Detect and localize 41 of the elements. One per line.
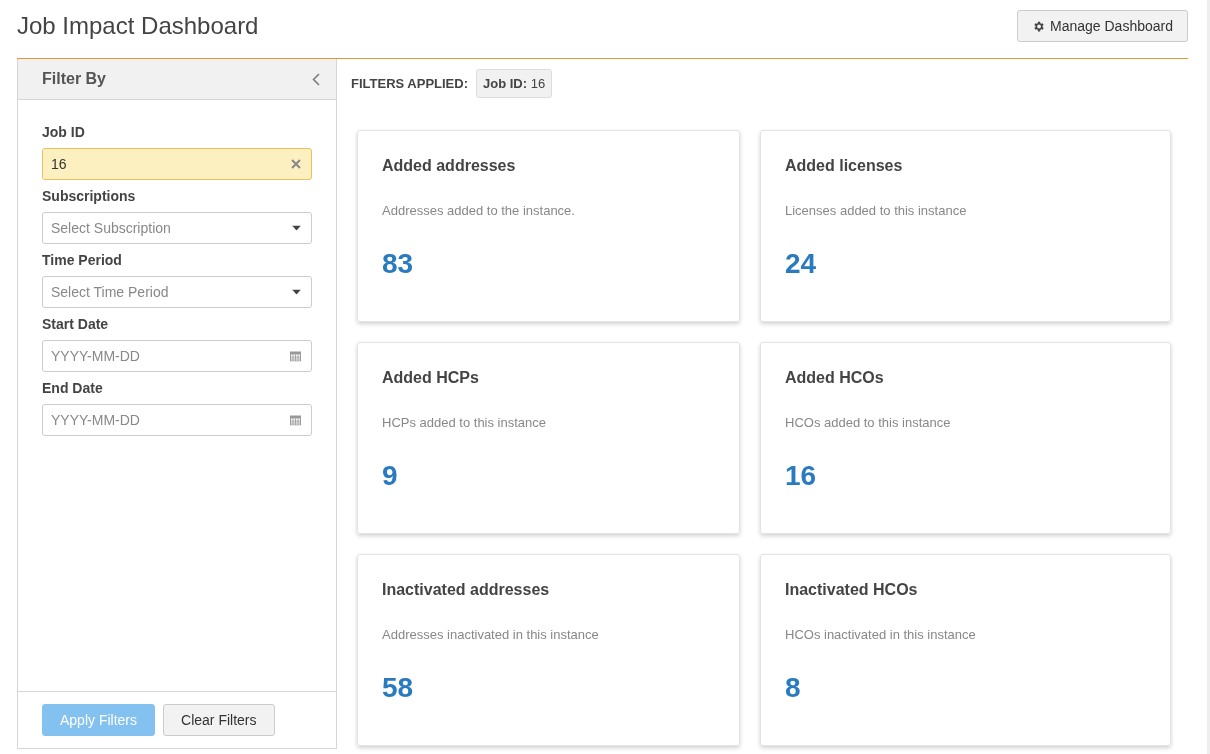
field-label: End Date <box>42 380 104 396</box>
select-dropdown[interactable]: Select Subscription <box>42 212 312 244</box>
filter-chip[interactable]: Job ID: 16 <box>476 68 553 98</box>
card-title: Added addresses <box>382 157 517 175</box>
collapse-chevron-icon[interactable] <box>312 72 320 86</box>
field-label: Time Period <box>42 252 123 268</box>
select-dropdown[interactable]: Select Time Period <box>42 276 312 308</box>
page-title: Job Impact Dashboard <box>17 12 259 40</box>
calendar-icon[interactable] <box>290 350 301 362</box>
filters-applied-label: FILTERS APPLIED: <box>351 75 468 91</box>
caret-icon <box>292 289 301 295</box>
field-label: Job ID <box>42 124 86 140</box>
clear-icon[interactable] <box>291 159 301 169</box>
field-label: Subscriptions <box>42 188 137 204</box>
date-field[interactable]: YYYY-MM-DD <box>42 340 312 372</box>
metric-value: 24 <box>785 248 818 280</box>
manage-dashboard-button[interactable]: Manage Dashboard <box>1017 10 1188 42</box>
field-label: Start Date <box>42 316 110 332</box>
metric-value: 83 <box>382 248 415 280</box>
card-title: Inactivated HCOs <box>785 581 919 599</box>
card-description: HCPs added to this instance <box>382 415 548 430</box>
card-description: HCOs inactivated in this instance <box>785 627 977 642</box>
filter-panel-title: Filter By <box>42 70 106 88</box>
date-field[interactable]: YYYY-MM-DD <box>42 404 312 436</box>
card-title: Added HCOs <box>785 369 885 387</box>
card-description: HCOs added to this instance <box>785 415 952 430</box>
metric-value: 16 <box>785 460 818 492</box>
card-title: Added licenses <box>785 157 904 175</box>
card-title: Added HCPs <box>382 369 480 387</box>
job-id-field[interactable]: 16 <box>42 148 312 180</box>
clear-filters-button[interactable]: Clear Filters <box>163 704 275 736</box>
metric-value: 9 <box>382 460 399 492</box>
calendar-icon[interactable] <box>290 414 301 426</box>
settings-icon <box>1032 19 1045 33</box>
metric-value: 8 <box>785 672 802 704</box>
caret-icon <box>292 225 301 231</box>
card-description: Addresses inactivated in this instance <box>382 627 600 642</box>
card-description: Addresses added to the instance. <box>382 203 576 218</box>
card-title: Inactivated addresses <box>382 581 551 599</box>
card-description: Licenses added to this instance <box>785 203 968 218</box>
metric-value: 58 <box>382 672 415 704</box>
